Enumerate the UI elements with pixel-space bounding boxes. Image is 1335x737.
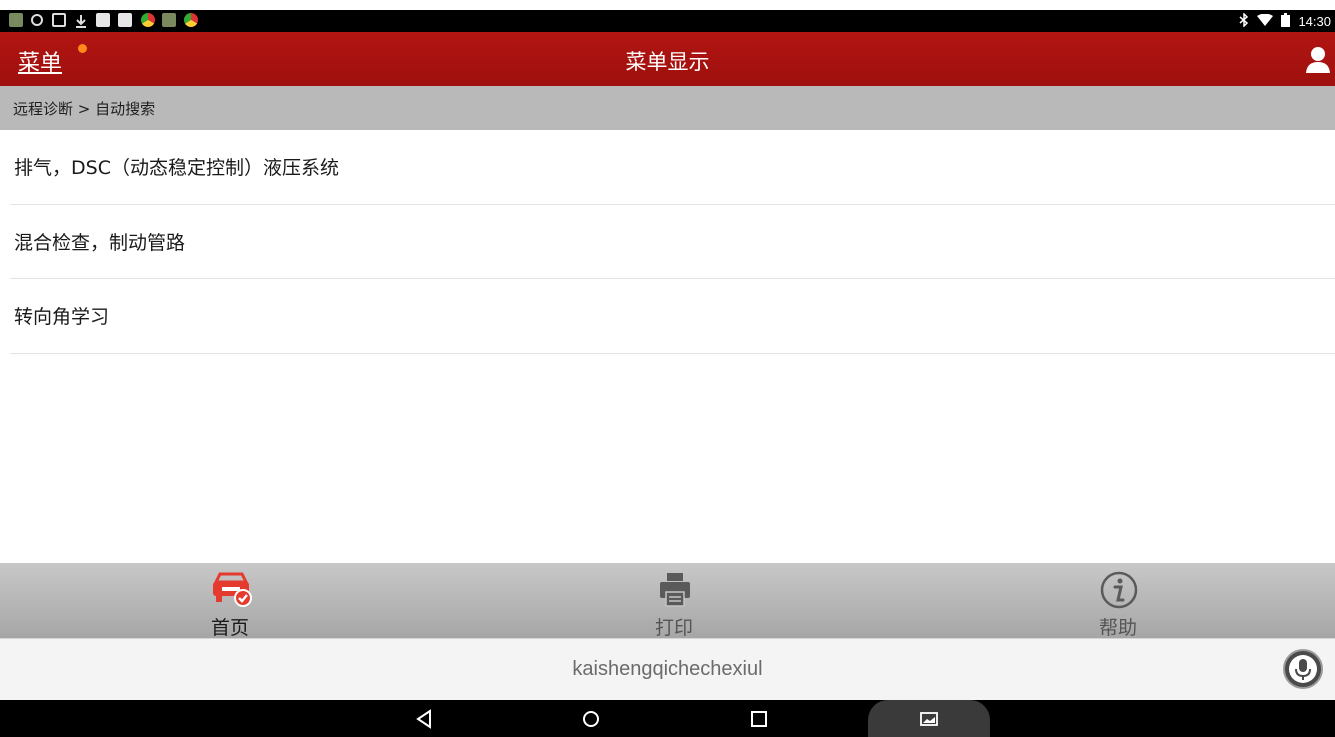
image-icon bbox=[52, 13, 66, 27]
microphone-button[interactable] bbox=[1283, 649, 1323, 689]
home-circle-icon[interactable] bbox=[580, 708, 602, 730]
system-nav-bar bbox=[0, 700, 1335, 737]
list-item-label: 混合检查，制动管路 bbox=[14, 231, 186, 254]
status-bar: 14:30 bbox=[0, 10, 1335, 32]
app-icon bbox=[162, 13, 176, 27]
list-item[interactable]: 排气，DSC（动态稳定控制）液压系统 bbox=[10, 130, 1335, 205]
microphone-icon bbox=[1289, 655, 1317, 683]
status-time: 14:30 bbox=[1298, 13, 1331, 29]
chrome-icon bbox=[141, 13, 155, 27]
list-item[interactable]: 转向角学习 bbox=[10, 279, 1335, 354]
input-bar[interactable]: kaishengqichechexiul bbox=[0, 638, 1335, 700]
square-icon bbox=[96, 13, 110, 27]
nav-help-button[interactable]: 帮助 bbox=[1058, 563, 1178, 639]
chrome-icon bbox=[184, 13, 198, 27]
user-icon[interactable] bbox=[1303, 44, 1333, 74]
app-window: 14:30 菜单 菜单显示 远程诊断 > 自动搜索 排气，DSC（动态稳定控制）… bbox=[0, 0, 1335, 737]
top-crop-strip bbox=[0, 0, 1335, 10]
printer-icon bbox=[660, 573, 690, 607]
status-right-group: 14:30 bbox=[1239, 11, 1331, 30]
nav-home-button[interactable]: 首页 bbox=[170, 563, 290, 639]
nav-home-label: 首页 bbox=[210, 617, 249, 639]
back-icon[interactable] bbox=[414, 708, 436, 730]
app-icon bbox=[9, 13, 23, 27]
breadcrumb-text: 远程诊断 > 自动搜索 bbox=[13, 100, 156, 118]
square-icon bbox=[118, 13, 132, 27]
nav-print-label: 打印 bbox=[654, 617, 693, 639]
recents-icon[interactable] bbox=[748, 708, 770, 730]
screenshot-icon[interactable] bbox=[918, 708, 940, 730]
info-icon bbox=[1100, 571, 1138, 609]
download-icon bbox=[74, 13, 88, 28]
nav-help-label: 帮助 bbox=[1098, 617, 1137, 639]
bottom-nav: 首页 打印 帮助 bbox=[0, 563, 1335, 639]
menu-list: 排气，DSC（动态稳定控制）液压系统 混合检查，制动管路 转向角学习 bbox=[0, 130, 1335, 354]
bluetooth-icon bbox=[1239, 11, 1249, 30]
nav-print-button[interactable]: 打印 bbox=[614, 563, 734, 639]
recycle-icon bbox=[31, 14, 43, 26]
input-text[interactable]: kaishengqichechexiul bbox=[0, 658, 1335, 681]
list-item[interactable]: 混合检查，制动管路 bbox=[10, 205, 1335, 279]
breadcrumb: 远程诊断 > 自动搜索 bbox=[0, 86, 1335, 130]
car-home-icon bbox=[213, 572, 252, 607]
list-item-label: 排气，DSC（动态稳定控制）液压系统 bbox=[14, 157, 339, 180]
page-title: 菜单显示 bbox=[625, 50, 710, 74]
list-item-label: 转向角学习 bbox=[14, 306, 110, 329]
wifi-icon bbox=[1257, 13, 1274, 29]
app-bar: 菜单 菜单显示 bbox=[0, 32, 1335, 86]
battery-icon bbox=[1281, 12, 1291, 30]
